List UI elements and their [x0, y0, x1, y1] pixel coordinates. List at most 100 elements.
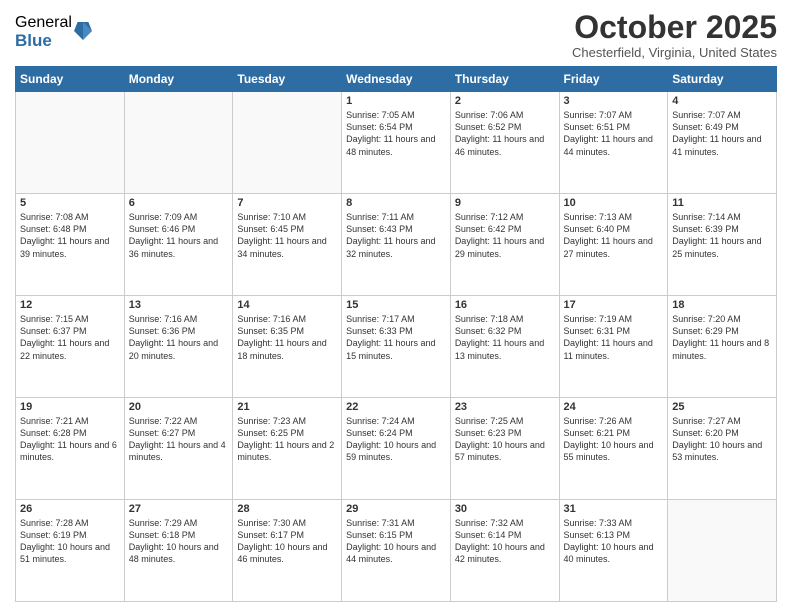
day-info: Sunrise: 7:20 AM Sunset: 6:29 PM Dayligh… — [672, 313, 772, 362]
col-thursday: Thursday — [450, 67, 559, 92]
calendar-header-row: Sunday Monday Tuesday Wednesday Thursday… — [16, 67, 777, 92]
calendar-cell: 14Sunrise: 7:16 AM Sunset: 6:35 PM Dayli… — [233, 296, 342, 398]
day-info: Sunrise: 7:32 AM Sunset: 6:14 PM Dayligh… — [455, 517, 555, 566]
day-number: 23 — [455, 401, 555, 413]
day-info: Sunrise: 7:10 AM Sunset: 6:45 PM Dayligh… — [237, 211, 337, 260]
calendar-body: 1 Sunrise: 7:05 AM Sunset: 6:54 PM Daylig… — [16, 92, 777, 602]
calendar-cell: 29 Sunrise: 7:31 AM Sunset: 6:15 PM Dayli… — [342, 500, 451, 602]
day-info: Sunrise: 7:29 AM Sunset: 6:18 PM Dayligh… — [129, 517, 229, 566]
calendar-cell: 1 Sunrise: 7:05 AM Sunset: 6:54 PM Daylig… — [342, 92, 451, 194]
day-info: Sunrise: 7:12 AM Sunset: 6:42 PM Dayligh… — [455, 211, 555, 260]
calendar-week-4: 19 Sunrise: 7:21 AM Sunset: 6:28 PM Dayli… — [16, 398, 777, 500]
calendar-cell: 9 Sunrise: 7:12 AM Sunset: 6:42 PM Daylig… — [450, 194, 559, 296]
calendar-cell: 26Sunrise: 7:28 AM Sunset: 6:19 PM Dayli… — [16, 500, 125, 602]
calendar-cell: 4 Sunrise: 7:07 AM Sunset: 6:49 PM Daylig… — [668, 92, 777, 194]
day-info: Sunrise: 7:17 AM Sunset: 6:33 PM Dayligh… — [346, 313, 446, 362]
calendar-cell: 10 Sunrise: 7:13 AM Sunset: 6:40 PM Dayli… — [559, 194, 668, 296]
day-info: Sunrise: 7:11 AM Sunset: 6:43 PM Dayligh… — [346, 211, 446, 260]
calendar-week-5: 26Sunrise: 7:28 AM Sunset: 6:19 PM Dayli… — [16, 500, 777, 602]
day-number: 2 — [455, 95, 555, 107]
calendar-cell — [16, 92, 125, 194]
day-number: 14 — [237, 299, 337, 311]
day-number: 17 — [564, 299, 664, 311]
calendar-cell: 30 Sunrise: 7:32 AM Sunset: 6:14 PM Dayli… — [450, 500, 559, 602]
day-number: 4 — [672, 95, 772, 107]
day-number: 26 — [20, 503, 120, 515]
day-number: 24 — [564, 401, 664, 413]
day-number: 31 — [564, 503, 664, 515]
logo: General Blue — [15, 14, 92, 50]
location: Chesterfield, Virginia, United States — [572, 45, 777, 60]
col-tuesday: Tuesday — [233, 67, 342, 92]
day-info: Sunrise: 7:18 AM Sunset: 6:32 PM Dayligh… — [455, 313, 555, 362]
day-number: 3 — [564, 95, 664, 107]
day-info: Sunrise: 7:24 AM Sunset: 6:24 PM Dayligh… — [346, 415, 446, 464]
day-info: Sunrise: 7:27 AM Sunset: 6:20 PM Dayligh… — [672, 415, 772, 464]
calendar-cell: 31Sunrise: 7:33 AM Sunset: 6:13 PM Dayli… — [559, 500, 668, 602]
calendar-cell — [124, 92, 233, 194]
logo-blue: Blue — [15, 32, 72, 51]
day-number: 21 — [237, 401, 337, 413]
header: General Blue October 2025 Chesterfield, … — [15, 10, 777, 60]
col-monday: Monday — [124, 67, 233, 92]
day-info: Sunrise: 7:08 AM Sunset: 6:48 PM Dayligh… — [20, 211, 120, 260]
logo-text: General Blue — [15, 14, 72, 50]
day-info: Sunrise: 7:07 AM Sunset: 6:49 PM Dayligh… — [672, 109, 772, 158]
calendar-week-1: 1 Sunrise: 7:05 AM Sunset: 6:54 PM Daylig… — [16, 92, 777, 194]
logo-general: General — [15, 14, 72, 32]
day-number: 30 — [455, 503, 555, 515]
calendar-cell: 24Sunrise: 7:26 AM Sunset: 6:21 PM Dayli… — [559, 398, 668, 500]
day-info: Sunrise: 7:25 AM Sunset: 6:23 PM Dayligh… — [455, 415, 555, 464]
calendar-cell — [233, 92, 342, 194]
month-title: October 2025 — [572, 10, 777, 45]
calendar-cell: 6 Sunrise: 7:09 AM Sunset: 6:46 PM Daylig… — [124, 194, 233, 296]
calendar-cell: 7 Sunrise: 7:10 AM Sunset: 6:45 PM Daylig… — [233, 194, 342, 296]
day-number: 9 — [455, 197, 555, 209]
day-number: 6 — [129, 197, 229, 209]
day-info: Sunrise: 7:05 AM Sunset: 6:54 PM Dayligh… — [346, 109, 446, 158]
calendar-cell: 20 Sunrise: 7:22 AM Sunset: 6:27 PM Dayli… — [124, 398, 233, 500]
day-number: 22 — [346, 401, 446, 413]
calendar-week-3: 12 Sunrise: 7:15 AM Sunset: 6:37 PM Dayli… — [16, 296, 777, 398]
col-saturday: Saturday — [668, 67, 777, 92]
logo-icon — [74, 20, 92, 42]
page: General Blue October 2025 Chesterfield, … — [0, 0, 792, 612]
day-number: 28 — [237, 503, 337, 515]
col-friday: Friday — [559, 67, 668, 92]
calendar-cell — [668, 500, 777, 602]
day-number: 29 — [346, 503, 446, 515]
calendar-cell: 19 Sunrise: 7:21 AM Sunset: 6:28 PM Dayli… — [16, 398, 125, 500]
day-number: 12 — [20, 299, 120, 311]
day-number: 20 — [129, 401, 229, 413]
calendar-cell: 13Sunrise: 7:16 AM Sunset: 6:36 PM Dayli… — [124, 296, 233, 398]
day-number: 19 — [20, 401, 120, 413]
calendar-cell: 5 Sunrise: 7:08 AM Sunset: 6:48 PM Daylig… — [16, 194, 125, 296]
calendar-cell: 17 Sunrise: 7:19 AM Sunset: 6:31 PM Dayli… — [559, 296, 668, 398]
day-number: 1 — [346, 95, 446, 107]
calendar-cell: 16Sunrise: 7:18 AM Sunset: 6:32 PM Dayli… — [450, 296, 559, 398]
day-number: 7 — [237, 197, 337, 209]
calendar-cell: 15 Sunrise: 7:17 AM Sunset: 6:33 PM Dayli… — [342, 296, 451, 398]
day-number: 25 — [672, 401, 772, 413]
day-info: Sunrise: 7:22 AM Sunset: 6:27 PM Dayligh… — [129, 415, 229, 464]
calendar-cell: 3Sunrise: 7:07 AM Sunset: 6:51 PM Daylig… — [559, 92, 668, 194]
day-info: Sunrise: 7:06 AM Sunset: 6:52 PM Dayligh… — [455, 109, 555, 158]
header-right: October 2025 Chesterfield, Virginia, Uni… — [572, 10, 777, 60]
calendar-table: Sunday Monday Tuesday Wednesday Thursday… — [15, 66, 777, 602]
day-info: Sunrise: 7:13 AM Sunset: 6:40 PM Dayligh… — [564, 211, 664, 260]
day-info: Sunrise: 7:19 AM Sunset: 6:31 PM Dayligh… — [564, 313, 664, 362]
day-info: Sunrise: 7:31 AM Sunset: 6:15 PM Dayligh… — [346, 517, 446, 566]
day-info: Sunrise: 7:15 AM Sunset: 6:37 PM Dayligh… — [20, 313, 120, 362]
day-number: 18 — [672, 299, 772, 311]
day-number: 10 — [564, 197, 664, 209]
day-info: Sunrise: 7:09 AM Sunset: 6:46 PM Dayligh… — [129, 211, 229, 260]
day-info: Sunrise: 7:14 AM Sunset: 6:39 PM Dayligh… — [672, 211, 772, 260]
calendar-week-2: 5 Sunrise: 7:08 AM Sunset: 6:48 PM Daylig… — [16, 194, 777, 296]
day-number: 27 — [129, 503, 229, 515]
day-number: 15 — [346, 299, 446, 311]
day-number: 5 — [20, 197, 120, 209]
day-number: 13 — [129, 299, 229, 311]
day-info: Sunrise: 7:21 AM Sunset: 6:28 PM Dayligh… — [20, 415, 120, 464]
calendar-cell: 11Sunrise: 7:14 AM Sunset: 6:39 PM Dayli… — [668, 194, 777, 296]
day-info: Sunrise: 7:23 AM Sunset: 6:25 PM Dayligh… — [237, 415, 337, 464]
